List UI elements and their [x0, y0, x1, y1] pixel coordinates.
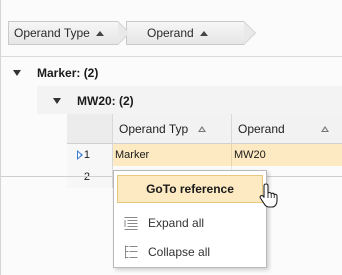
column-header-operand-type[interactable]: Operand Typ	[113, 114, 232, 144]
sort-ascending-icon	[95, 30, 104, 36]
sort-ascending-icon	[320, 125, 329, 132]
group-row-label: MW20: (2)	[77, 94, 134, 108]
menu-item-label: GoTo reference	[146, 182, 234, 196]
group-row-mw20[interactable]: MW20: (2)	[53, 90, 134, 112]
row-index-cell: 2	[67, 166, 113, 188]
sort-ascending-icon	[199, 30, 208, 36]
sort-ascending-icon	[198, 125, 207, 132]
group-row-marker[interactable]: Marker: (2)	[13, 62, 98, 84]
group-by-panel: Operand Type Operand	[8, 17, 342, 53]
cell-operand-type[interactable]: Marker	[113, 144, 232, 166]
group-chip-label: Operand Type	[14, 26, 90, 40]
row-header-column	[67, 114, 113, 144]
group-row-label: Marker: (2)	[37, 66, 99, 80]
menu-item-label: Collapse all	[148, 245, 211, 259]
collapse-all-icon	[125, 245, 138, 259]
divider	[1, 56, 342, 57]
collapse-toggle-icon[interactable]	[53, 98, 61, 104]
column-header-label: Operand	[238, 121, 285, 136]
row-index-cell: 1	[67, 144, 113, 166]
row-index: 1	[83, 149, 90, 161]
menu-item-collapse-all[interactable]: Collapse all	[117, 238, 263, 266]
group-chip-label: Operand	[147, 26, 194, 40]
menu-item-goto-reference[interactable]: GoTo reference	[117, 175, 263, 203]
menu-item-expand-all[interactable]: Expand all	[117, 209, 263, 237]
grouped-data-grid: Operand Type Operand Marker: (2) MW20: (…	[0, 0, 342, 275]
table-row[interactable]: 1 Marker MW20	[67, 144, 342, 166]
context-menu: GoTo reference Expand all Collapse all	[113, 170, 267, 268]
menu-item-label: Expand all	[148, 216, 205, 230]
row-index: 2	[83, 171, 90, 183]
column-header-label: Operand Typ	[119, 121, 189, 136]
current-row-pointer-icon	[77, 150, 83, 160]
cell-operand[interactable]: MW20	[232, 144, 342, 166]
column-header-operand[interactable]: Operand	[232, 114, 342, 144]
group-chip-operand[interactable]: Operand	[126, 21, 256, 45]
expand-all-icon	[124, 217, 138, 230]
collapse-toggle-icon[interactable]	[13, 70, 21, 76]
group-chip-operand-type[interactable]: Operand Type	[8, 21, 130, 45]
mouse-pointer-icon	[259, 183, 278, 208]
